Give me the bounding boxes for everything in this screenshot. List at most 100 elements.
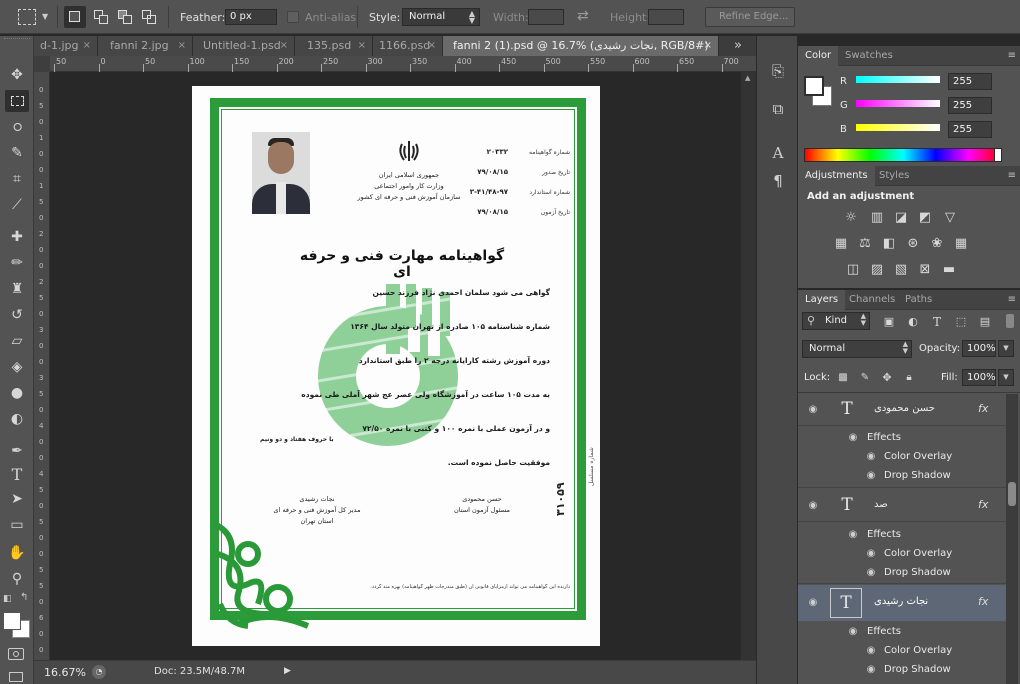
tab-color[interactable]: Color	[798, 46, 839, 66]
height-input[interactable]	[648, 9, 684, 25]
lock-image-icon[interactable]: ✎	[856, 370, 874, 386]
filter-pixel-icon[interactable]: ▣	[880, 314, 898, 330]
effect-row[interactable]: ◉ Color Overlay	[798, 447, 1006, 466]
tab-close-icon[interactable]: ×	[83, 36, 91, 56]
move-tool-icon[interactable]: ✥	[5, 64, 29, 86]
tab-layers[interactable]: Layers	[798, 290, 846, 310]
effect-row[interactable]: ◉ Color Overlay	[798, 641, 1006, 660]
effect-eye-icon[interactable]: ◉	[864, 641, 878, 660]
tab-close-icon[interactable]: ×	[178, 36, 186, 56]
tab-untitled-1[interactable]: Untitled-1.psd ×	[193, 36, 295, 56]
tab-close-icon[interactable]: ×	[280, 36, 288, 56]
invert-icon[interactable]: ◫	[844, 262, 862, 278]
refine-edge-button[interactable]: Refine Edge...	[705, 7, 795, 27]
r-value-input[interactable]: 255	[948, 73, 992, 90]
marquee-tool-preset-icon[interactable]	[18, 9, 36, 25]
visibility-eye-icon[interactable]: ◉	[806, 500, 820, 511]
zoom-tool-icon[interactable]: ⚲	[5, 568, 29, 590]
lock-all-icon[interactable]: 🔒︎	[900, 370, 918, 386]
hand-tool-icon[interactable]: ✋	[5, 542, 29, 564]
gradient-map-icon[interactable]: ▬	[940, 262, 958, 278]
intersect-selection-icon[interactable]	[138, 6, 160, 28]
effects-row[interactable]: ◉ Effects	[798, 622, 1006, 641]
layers-scrollbar-thumb[interactable]	[1008, 482, 1016, 506]
status-menu-arrow-icon[interactable]: ▶	[284, 666, 291, 676]
levels-icon[interactable]: ▥	[868, 210, 886, 226]
channel-mixer-icon[interactable]: ❀	[928, 236, 946, 252]
tab-1166[interactable]: 1166.psd ×	[373, 36, 443, 56]
opacity-dropdown-icon[interactable]: ▼	[998, 340, 1014, 357]
fx-icon[interactable]: fx	[978, 498, 988, 511]
add-to-selection-icon[interactable]	[90, 6, 112, 28]
brush-tool-icon[interactable]: ✏	[5, 252, 29, 274]
dodge-tool-icon[interactable]: ◐	[5, 408, 29, 430]
effects-eye-icon[interactable]: ◉	[846, 622, 860, 641]
tab-paths[interactable]: Paths	[898, 290, 939, 310]
effects-eye-icon[interactable]: ◉	[846, 525, 860, 544]
layer-row-selected[interactable]: ◉ T نجات رشیدی fx	[798, 585, 1006, 621]
quick-mask-icon[interactable]	[8, 648, 24, 660]
effect-eye-icon[interactable]: ◉	[864, 563, 878, 582]
swap-width-height-icon[interactable]: ⇄	[577, 8, 589, 24]
lock-position-icon[interactable]: ✥	[878, 370, 896, 386]
filter-toggle-icon[interactable]	[1006, 314, 1014, 328]
tab-fanni-2[interactable]: fanni 2.jpg ×	[98, 36, 193, 56]
effect-row[interactable]: ◉ Drop Shadow	[798, 466, 1006, 485]
tab-close-icon[interactable]: ×	[704, 36, 712, 56]
opacity-input[interactable]: 100%	[962, 340, 996, 357]
tab-overflow-icon[interactable]: »	[734, 38, 742, 53]
layers-scrollbar[interactable]	[1006, 394, 1018, 684]
default-colors-icon[interactable]: ◧	[3, 594, 12, 604]
width-input[interactable]	[528, 9, 564, 25]
anti-alias-checkbox[interactable]	[287, 11, 299, 23]
filter-shape-icon[interactable]: ⬚	[952, 314, 970, 330]
swap-colors-icon[interactable]: ↰	[20, 592, 28, 603]
visibility-eye-icon[interactable]: ◉	[806, 597, 820, 608]
effect-eye-icon[interactable]: ◉	[864, 544, 878, 563]
brightness-contrast-icon[interactable]: ☼	[842, 210, 860, 226]
history-panel-icon[interactable]: ⎘	[767, 60, 789, 82]
eraser-tool-icon[interactable]: ▱	[5, 330, 29, 352]
preset-dropdown-arrow-icon[interactable]: ▼	[42, 12, 48, 21]
tab-d-1[interactable]: d-1.jpg ×	[34, 36, 98, 56]
effects-eye-icon[interactable]: ◉	[846, 428, 860, 447]
rectangular-marquee-tool-icon[interactable]	[5, 90, 29, 112]
fx-icon[interactable]: fx	[978, 402, 988, 415]
color-lookup-icon[interactable]: ▦	[952, 236, 970, 252]
tab-close-icon[interactable]: ×	[358, 36, 366, 56]
effect-row[interactable]: ◉ Drop Shadow	[798, 563, 1006, 582]
healing-brush-tool-icon[interactable]: ✚	[5, 226, 29, 248]
effect-eye-icon[interactable]: ◉	[864, 466, 878, 485]
exposure-icon[interactable]: ◩	[916, 210, 934, 226]
eyedropper-tool-icon[interactable]: ⟋	[5, 194, 29, 216]
effect-row[interactable]: ◉ Color Overlay	[798, 544, 1006, 563]
effect-row[interactable]: ◉ Drop Shadow	[798, 660, 1006, 679]
path-selection-tool-icon[interactable]: ➤	[5, 488, 29, 510]
color-balance-icon[interactable]: ⚖	[856, 236, 874, 252]
effect-eye-icon[interactable]: ◉	[864, 660, 878, 679]
layer-row[interactable]: ◉ T حسن محمودی fx	[798, 394, 1006, 426]
status-info-icon[interactable]: ◔	[92, 665, 106, 679]
effect-eye-icon[interactable]: ◉	[864, 447, 878, 466]
tab-adjustments[interactable]: Adjustments	[798, 166, 875, 186]
curves-icon[interactable]: ◪	[892, 210, 910, 226]
foreground-color-swatch[interactable]	[3, 612, 21, 630]
canvas-vertical-scrollbar[interactable]: ▲	[740, 72, 756, 660]
black-white-icon[interactable]: ◧	[880, 236, 898, 252]
fill-dropdown-icon[interactable]: ▼	[998, 369, 1014, 386]
paint-bucket-tool-icon[interactable]: ◈	[5, 356, 29, 378]
tab-135[interactable]: 135.psd ×	[295, 36, 373, 56]
panel-menu-icon[interactable]: ≡	[1008, 294, 1016, 305]
filter-type-icon[interactable]: T	[928, 314, 946, 330]
lock-transparent-icon[interactable]: ▩	[834, 370, 852, 386]
g-slider[interactable]	[856, 100, 940, 107]
tab-swatches[interactable]: Swatches	[838, 46, 900, 66]
filter-smart-object-icon[interactable]: ▤	[976, 314, 994, 330]
type-tool-icon[interactable]: T	[5, 464, 29, 486]
quick-selection-tool-icon[interactable]: ✎	[5, 142, 29, 164]
tab-channels[interactable]: Channels	[842, 290, 902, 310]
tab-close-icon[interactable]: ×	[428, 36, 436, 56]
screen-mode-icon[interactable]	[9, 672, 23, 682]
tab-styles[interactable]: Styles	[872, 166, 916, 186]
photo-filter-icon[interactable]: ⊛	[904, 236, 922, 252]
